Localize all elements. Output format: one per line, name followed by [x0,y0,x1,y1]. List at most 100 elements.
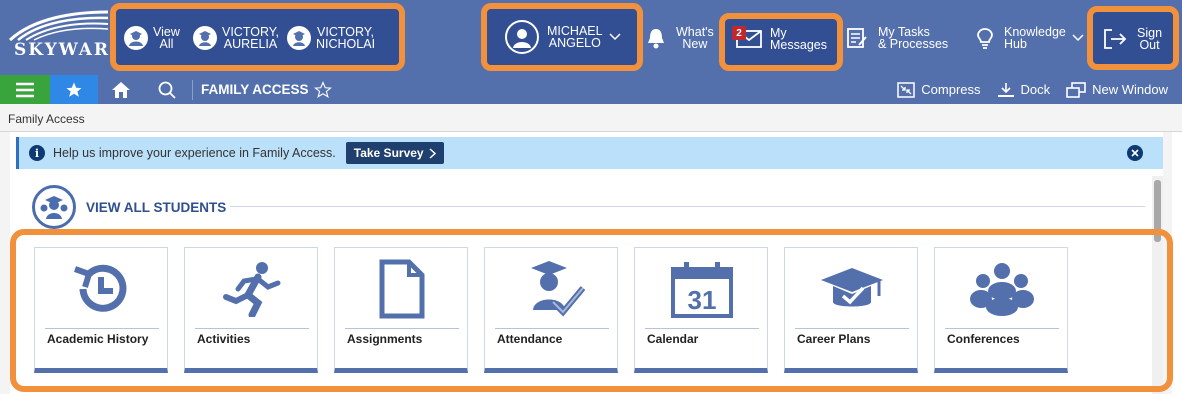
view-all-line2: All [159,37,174,51]
page-title: FAMILY ACCESS [201,80,332,99]
logo-swoosh-icon [8,10,109,42]
task-list-icon [847,28,867,48]
calendar-day-text: 31 [688,285,717,315]
hamburger-icon [16,82,34,97]
dock-button[interactable]: Dock [997,82,1051,98]
students-group-icon [124,26,148,50]
tile-divider [45,328,159,329]
whats-new-button[interactable]: What's New [646,26,714,50]
tile-divider [645,328,759,329]
close-banner-button[interactable] [1127,145,1143,161]
my-messages-button[interactable]: My Messages [736,27,827,51]
info-icon: i [29,145,45,161]
survey-message: Help us improve your experience in Famil… [53,146,336,160]
students-group-icon [32,185,76,229]
sign-out-icon [1104,29,1127,49]
tile-label: Career Plans [797,332,871,346]
knowledge-line2: Hub [1004,37,1027,51]
view-all-students-header[interactable]: VIEW ALL STUDENTS [32,185,226,229]
tile-activities[interactable]: Activities [184,247,318,373]
whats-new-line2: New [682,37,708,51]
student-aurelia-button[interactable]: VICTORY, AURELIA [193,26,279,50]
student-nicholai-button[interactable]: VICTORY, NICHOLAI [287,26,375,50]
runner-icon [185,256,319,322]
student-name-line2: AURELIA [223,37,278,51]
breadcrumb: Family Access [0,104,1182,132]
student-name-line2: NICHOLAI [316,37,376,51]
student-avatar-icon [287,26,311,50]
sign-out-button[interactable]: Sign Out [1103,27,1162,51]
user-name-line2: ANGELO [548,36,601,50]
compress-button[interactable]: Compress [897,81,981,98]
grad-cap-check-icon [785,256,919,322]
tile-conferences[interactable]: Conferences [934,247,1068,373]
tile-assignments[interactable]: Assignments [334,247,468,373]
top-header-bar: SKYWARD View All VICTORY, AURELIA VICTOR… [0,0,1182,75]
tile-attendance[interactable]: Attendance [484,247,618,373]
tile-divider [795,328,909,329]
vertical-scrollbar[interactable] [1152,176,1163,394]
home-button[interactable] [98,75,144,104]
search-icon [158,81,176,99]
dock-icon [997,82,1014,97]
scrollbar-thumb[interactable] [1154,180,1161,242]
tile-career-plans[interactable]: Career Plans [784,247,918,373]
take-survey-label: Take Survey [353,146,424,160]
star-icon [66,82,82,97]
menu-button[interactable] [0,75,50,104]
tile-label: Attendance [497,332,563,346]
survey-banner: i Help us improve your experience in Fam… [16,137,1163,169]
module-tiles: Academic History Activities Assignments … [34,247,1068,373]
new-window-icon [1066,81,1086,98]
secondary-nav-bar: FAMILY ACCESS Compress Dock New Window [0,75,1182,104]
tasks-line2: & Processes [878,37,949,51]
document-icon [335,256,469,322]
new-window-label: New Window [1092,82,1168,97]
search-button[interactable] [144,75,190,104]
new-window-button[interactable]: New Window [1066,81,1168,98]
tile-academic-history[interactable]: Academic History [34,247,168,373]
tile-divider [945,328,1059,329]
take-survey-button[interactable]: Take Survey [345,142,444,164]
my-tasks-button[interactable]: My Tasks & Processes [846,26,948,50]
student-avatar-icon [193,26,217,50]
window-actions: Compress Dock New Window [897,75,1168,104]
tile-divider [345,328,459,329]
view-all-students-label: VIEW ALL STUDENTS [86,199,227,215]
lightbulb-icon [977,28,993,49]
favorites-button[interactable] [50,75,98,104]
dock-label: Dock [1020,82,1051,97]
user-menu-button[interactable]: MICHAEL ANGELO [505,20,621,54]
messages-line2: Messages [770,38,827,52]
tile-label: Conferences [947,332,1020,346]
compress-icon [897,81,916,98]
graduate-check-icon [485,256,619,322]
tile-divider [495,328,609,329]
nav-separator [192,79,193,100]
group-icon [935,256,1069,322]
knowledge-hub-button[interactable]: Knowledge Hub [976,26,1084,50]
tile-label: Calendar [647,332,699,346]
section-divider [230,206,1145,207]
user-avatar-icon [505,20,539,54]
skyward-logo[interactable]: SKYWARD [4,8,125,66]
view-all-students-button[interactable]: View All [124,26,180,50]
sign-out-line2: Out [1139,38,1160,52]
favorite-star-outline-icon[interactable] [313,80,332,99]
tile-label: Activities [197,332,251,346]
tile-label: Assignments [347,332,423,346]
compress-label: Compress [921,82,981,97]
message-count-badge: 2 [732,26,746,40]
calendar-icon: 31 [635,256,769,322]
chevron-right-icon [429,147,436,159]
tile-calendar[interactable]: 31 Calendar [634,247,768,373]
history-icon [35,256,169,322]
chevron-down-icon [609,33,621,41]
tile-divider [195,328,309,329]
home-icon [112,81,130,98]
close-icon [1131,149,1139,157]
page-title-text: FAMILY ACCESS [201,82,309,97]
tile-label: Academic History [47,332,149,346]
chevron-down-icon [1072,34,1084,42]
bell-icon [648,29,664,49]
